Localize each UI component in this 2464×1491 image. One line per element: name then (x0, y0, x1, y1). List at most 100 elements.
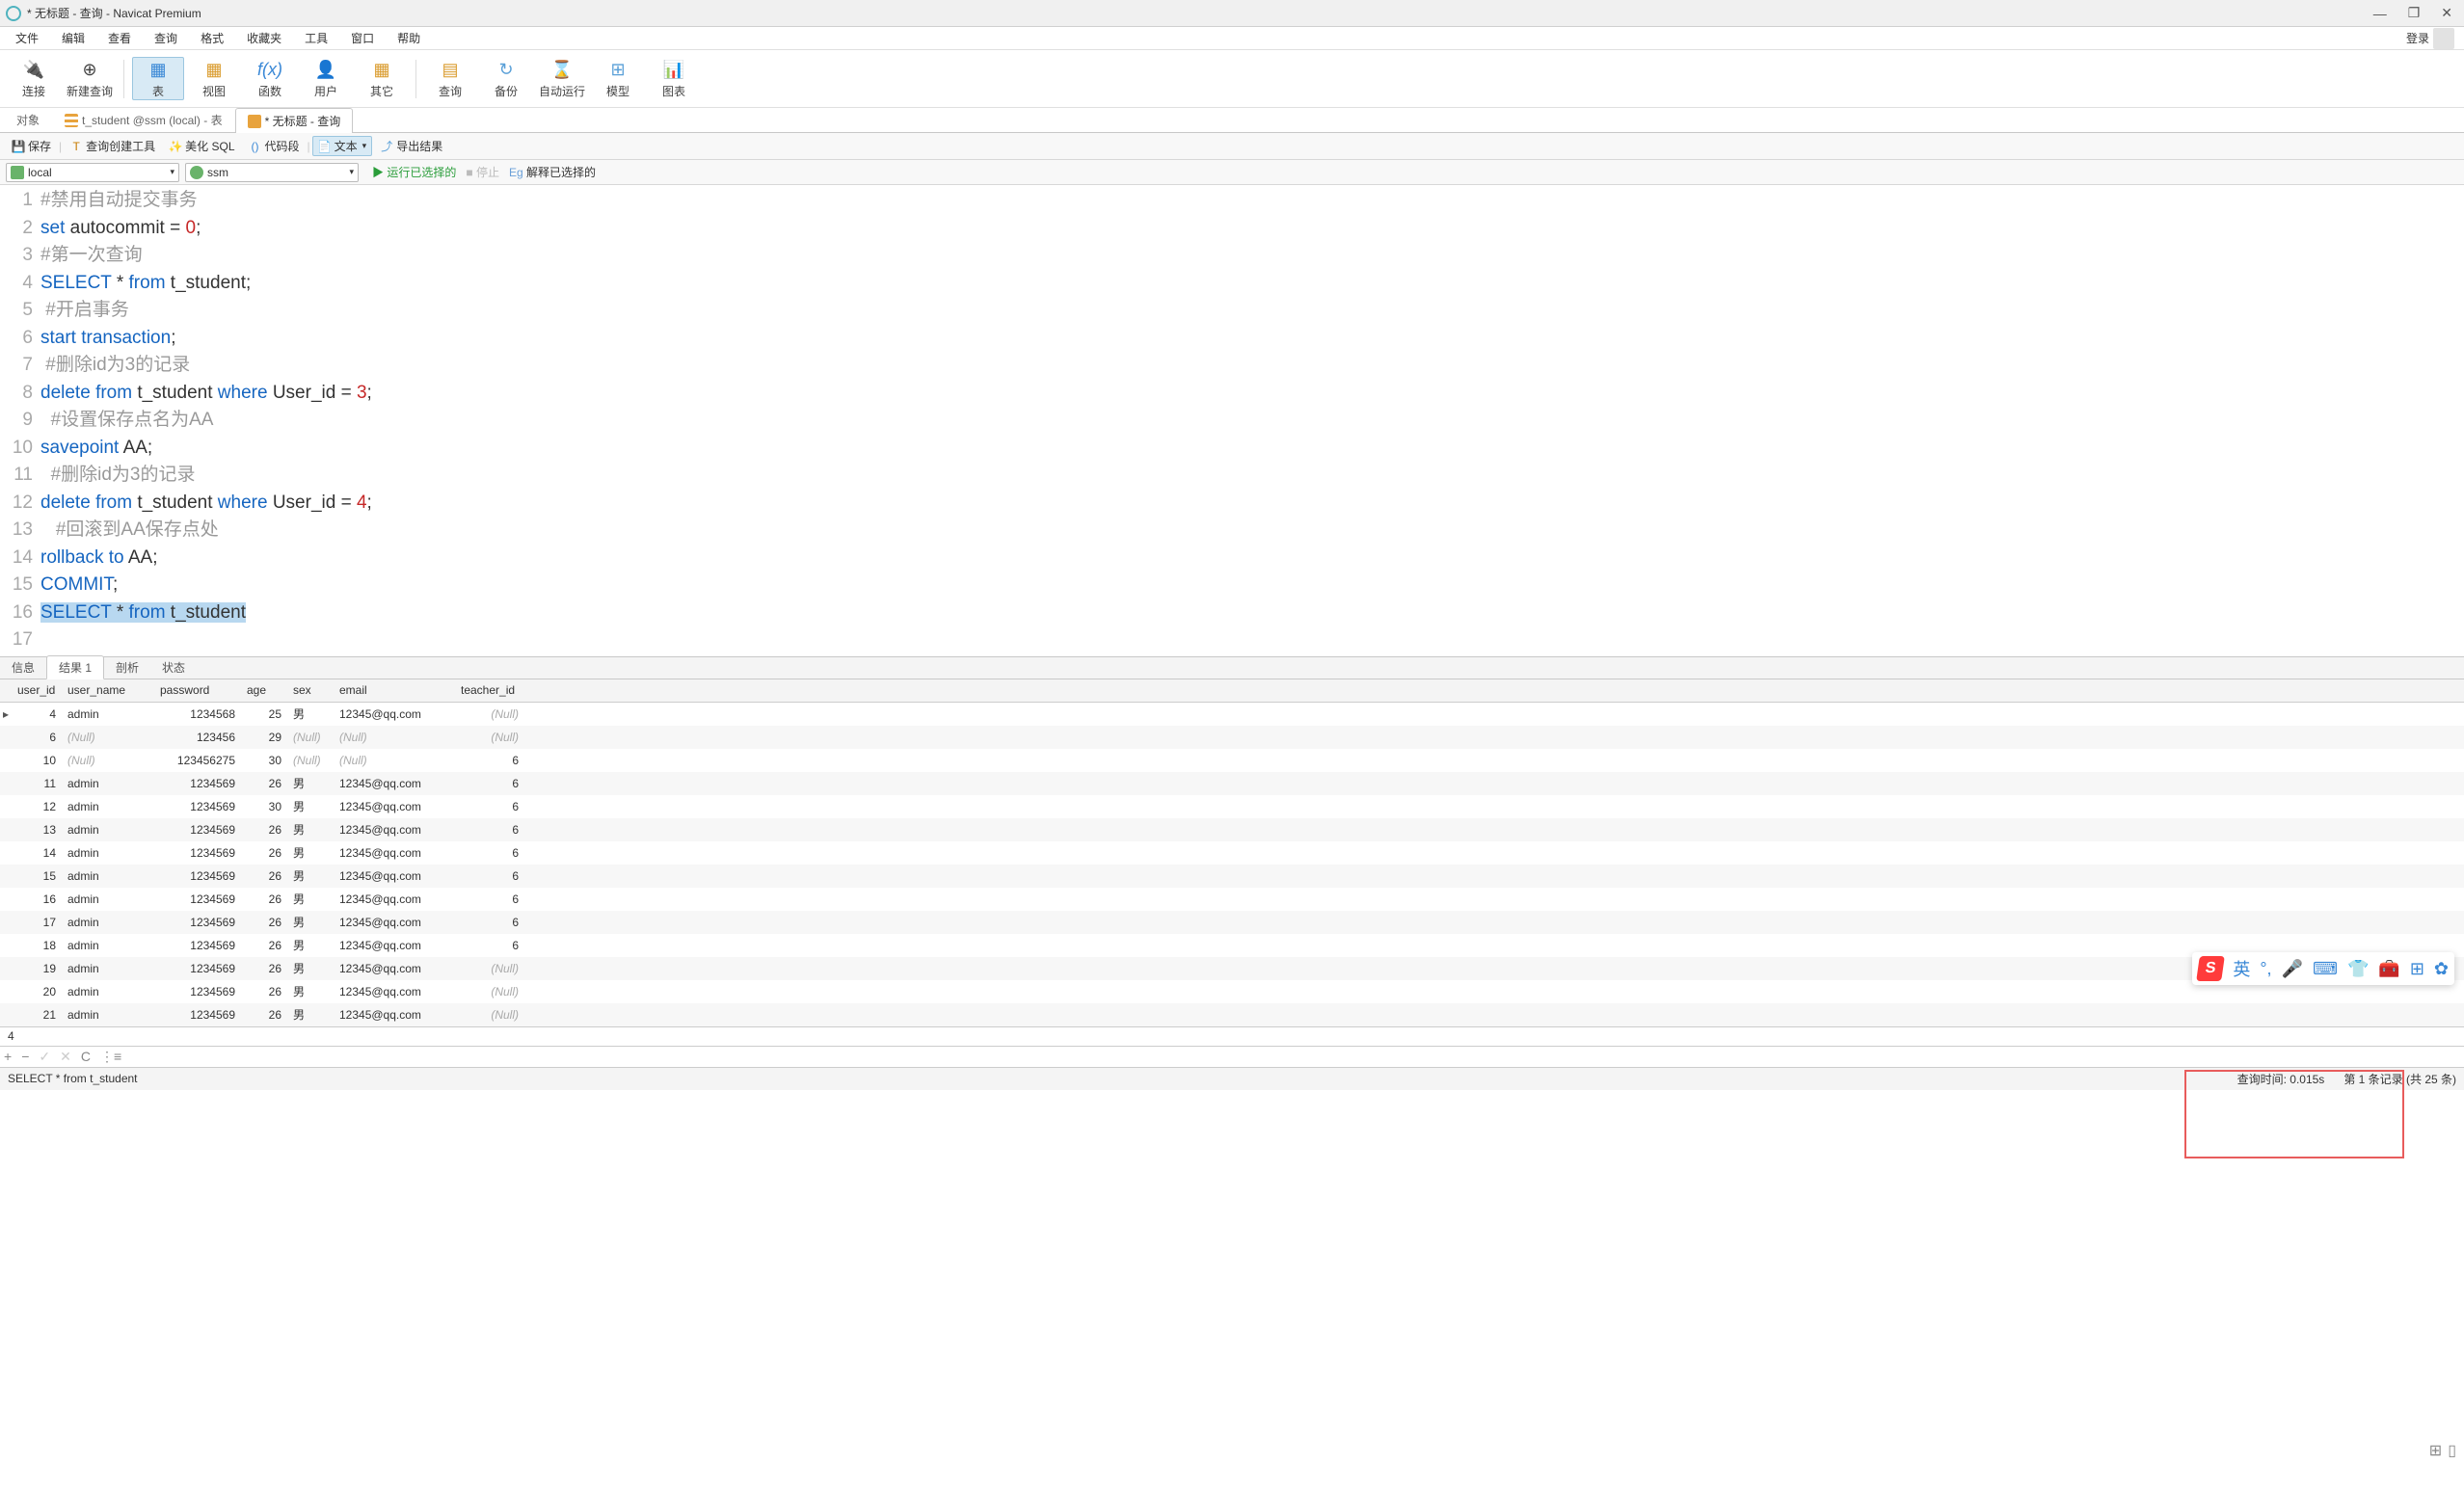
menu-file[interactable]: 文件 (4, 27, 50, 49)
table-row[interactable]: ▸4admin123456825男12345@qq.com(Null) (0, 703, 2464, 726)
table-row[interactable]: 14admin123456926男12345@qq.com6 (0, 841, 2464, 865)
grid-view-icon[interactable]: ⊞ (2429, 1441, 2442, 1460)
run-controls: ▶ 运行已选择的 ■ 停止 Eg 解释已选择的 (372, 164, 596, 180)
tab-untitled-query[interactable]: * 无标题 - 查询 (235, 108, 354, 133)
tool-query[interactable]: ▤查询 (424, 58, 476, 99)
status-bar: SELECT * from t_student 查询时间: 0.015s 第 1… (0, 1067, 2464, 1090)
ime-toolbar[interactable]: S 英 °, 🎤 ⌨ 👕 🧰 ⊞ ✿ (2192, 952, 2454, 985)
table-row[interactable]: 10(Null)12345627530(Null)(Null)6 (0, 749, 2464, 772)
query-icon: ▤ (437, 58, 464, 81)
close-button[interactable]: ✕ (2441, 5, 2452, 21)
text-icon: 📄 (318, 140, 332, 153)
table-row[interactable]: 13admin123456926男12345@qq.com6 (0, 818, 2464, 841)
ime-keyboard-icon[interactable]: ⌨ (2313, 959, 2338, 979)
explain-icon: Eg (509, 166, 523, 179)
table-tab-icon (65, 114, 78, 127)
query-toolbar: 💾保存 | T查询创建工具 ✨美化 SQL ()代码段 | 📄文本▾ ⤴导出结果 (0, 133, 2464, 160)
table-row[interactable]: 12admin123456930男12345@qq.com6 (0, 795, 2464, 818)
titlebar: * 无标题 - 查询 - Navicat Premium — ❐ ✕ (0, 0, 2464, 27)
ime-settings-icon[interactable]: ✿ (2434, 959, 2449, 979)
new-query-icon: ⊕ (76, 58, 103, 81)
tool-function[interactable]: f(x)函数 (244, 58, 296, 99)
table-row[interactable]: 21admin123456926男12345@qq.com(Null) (0, 1003, 2464, 1026)
menu-favorites[interactable]: 收藏夹 (235, 27, 293, 49)
menu-format[interactable]: 格式 (189, 27, 235, 49)
result-tab-result1[interactable]: 结果 1 (46, 655, 104, 679)
stop-button[interactable]: ■ 停止 (466, 164, 499, 180)
filter-button[interactable]: ⋮≡ (100, 1049, 121, 1065)
builder-icon: T (69, 140, 83, 153)
app-icon (6, 6, 21, 21)
maximize-button[interactable]: ❐ (2408, 5, 2421, 21)
menu-tools[interactable]: 工具 (293, 27, 339, 49)
tool-connect[interactable]: 🔌连接 (8, 58, 60, 99)
tool-backup[interactable]: ↻备份 (480, 58, 532, 99)
tool-model[interactable]: ⊞模型 (592, 58, 644, 99)
form-view-icon[interactable]: ▯ (2448, 1441, 2456, 1460)
ime-lang[interactable]: 英 (2233, 956, 2250, 981)
tool-view[interactable]: ▦视图 (188, 58, 240, 99)
tool-chart[interactable]: 📊图表 (648, 58, 700, 99)
table-row[interactable]: 19admin123456926男12345@qq.com(Null) (0, 957, 2464, 980)
result-tab-profile[interactable]: 剖析 (104, 656, 150, 679)
btn-query-builder[interactable]: T查询创建工具 (64, 136, 161, 156)
btn-text[interactable]: 📄文本▾ (312, 136, 373, 156)
table-row[interactable]: 15admin123456926男12345@qq.com6 (0, 865, 2464, 888)
menu-help[interactable]: 帮助 (386, 27, 432, 49)
result-grid[interactable]: user_iduser_namepasswordagesexemailteach… (0, 679, 2464, 1026)
table-row[interactable]: 16admin123456926男12345@qq.com6 (0, 888, 2464, 911)
menu-edit[interactable]: 编辑 (50, 27, 96, 49)
menu-window[interactable]: 窗口 (339, 27, 386, 49)
menubar: 文件 编辑 查看 查询 格式 收藏夹 工具 窗口 帮助 登录 (0, 27, 2464, 50)
table-row[interactable]: 17admin123456926男12345@qq.com6 (0, 911, 2464, 934)
delete-row-button[interactable]: − (21, 1049, 29, 1064)
result-tab-status[interactable]: 状态 (150, 656, 197, 679)
menu-view[interactable]: 查看 (96, 27, 143, 49)
login-area[interactable]: 登录 (2406, 28, 2460, 49)
table-row[interactable]: 11admin123456926男12345@qq.com6 (0, 772, 2464, 795)
view-mode-icons: ⊞ ▯ (2429, 1441, 2456, 1460)
tool-autorun[interactable]: ⌛自动运行 (536, 58, 588, 99)
status-query-time: 查询时间: 0.015s (2237, 1071, 2325, 1087)
tool-other[interactable]: ▦其它 (356, 58, 408, 99)
minimize-button[interactable]: — (2373, 6, 2387, 21)
ime-punct-icon[interactable]: °, (2260, 959, 2271, 979)
menu-query[interactable]: 查询 (143, 27, 189, 49)
tab-t-student[interactable]: t_student @ssm (local) - 表 (52, 107, 235, 132)
user-icon: 👤 (312, 58, 339, 81)
window-controls: — ❐ ✕ (2373, 5, 2458, 21)
sql-editor[interactable]: 1234567891011121314151617 #禁用自动提交事务set a… (0, 185, 2464, 656)
database-dropdown[interactable]: ssm ▾ (185, 163, 359, 182)
wand-icon: ✨ (169, 140, 182, 153)
model-icon: ⊞ (604, 58, 631, 81)
primary-key-footer: 4 (0, 1026, 2464, 1046)
cancel-button[interactable]: ✕ (60, 1049, 71, 1065)
result-tab-info[interactable]: 信息 (0, 656, 46, 679)
refresh-button[interactable]: C (81, 1049, 91, 1064)
btn-export[interactable]: ⤴导出结果 (374, 136, 448, 156)
run-selected-button[interactable]: ▶ 运行已选择的 (372, 164, 456, 180)
table-row[interactable]: 20admin123456926男12345@qq.com(Null) (0, 980, 2464, 1003)
add-row-button[interactable]: + (4, 1049, 12, 1064)
document-tabs: 对象 t_student @ssm (local) - 表 * 无标题 - 查询 (0, 108, 2464, 133)
tool-new-query[interactable]: ⊕新建查询 (64, 58, 116, 99)
table-row[interactable]: 18admin123456926男12345@qq.com6 (0, 934, 2464, 957)
btn-beautify[interactable]: ✨美化 SQL (163, 136, 240, 156)
ime-grid-icon[interactable]: ⊞ (2410, 959, 2424, 979)
tool-user[interactable]: 👤用户 (300, 58, 352, 99)
btn-save[interactable]: 💾保存 (6, 136, 57, 156)
apply-button[interactable]: ✓ (39, 1049, 50, 1065)
chart-icon: 📊 (660, 58, 687, 81)
connection-dropdown[interactable]: local ▾ (6, 163, 179, 182)
editor-content[interactable]: #禁用自动提交事务set autocommit = 0;#第一次查询SELECT… (40, 185, 2464, 656)
function-fx-icon: f(x) (256, 58, 283, 81)
explain-button[interactable]: Eg 解释已选择的 (509, 164, 596, 180)
avatar-icon (2433, 28, 2454, 49)
ime-mic-icon[interactable]: 🎤 (2282, 959, 2303, 979)
ime-skin-icon[interactable]: 👕 (2347, 959, 2369, 979)
tool-table[interactable]: ▦表 (132, 57, 184, 100)
tab-objects[interactable]: 对象 (4, 107, 52, 132)
table-row[interactable]: 6(Null)12345629(Null)(Null)(Null) (0, 726, 2464, 749)
ime-toolbox-icon[interactable]: 🧰 (2378, 959, 2399, 979)
btn-snippet[interactable]: ()代码段 (243, 136, 306, 156)
